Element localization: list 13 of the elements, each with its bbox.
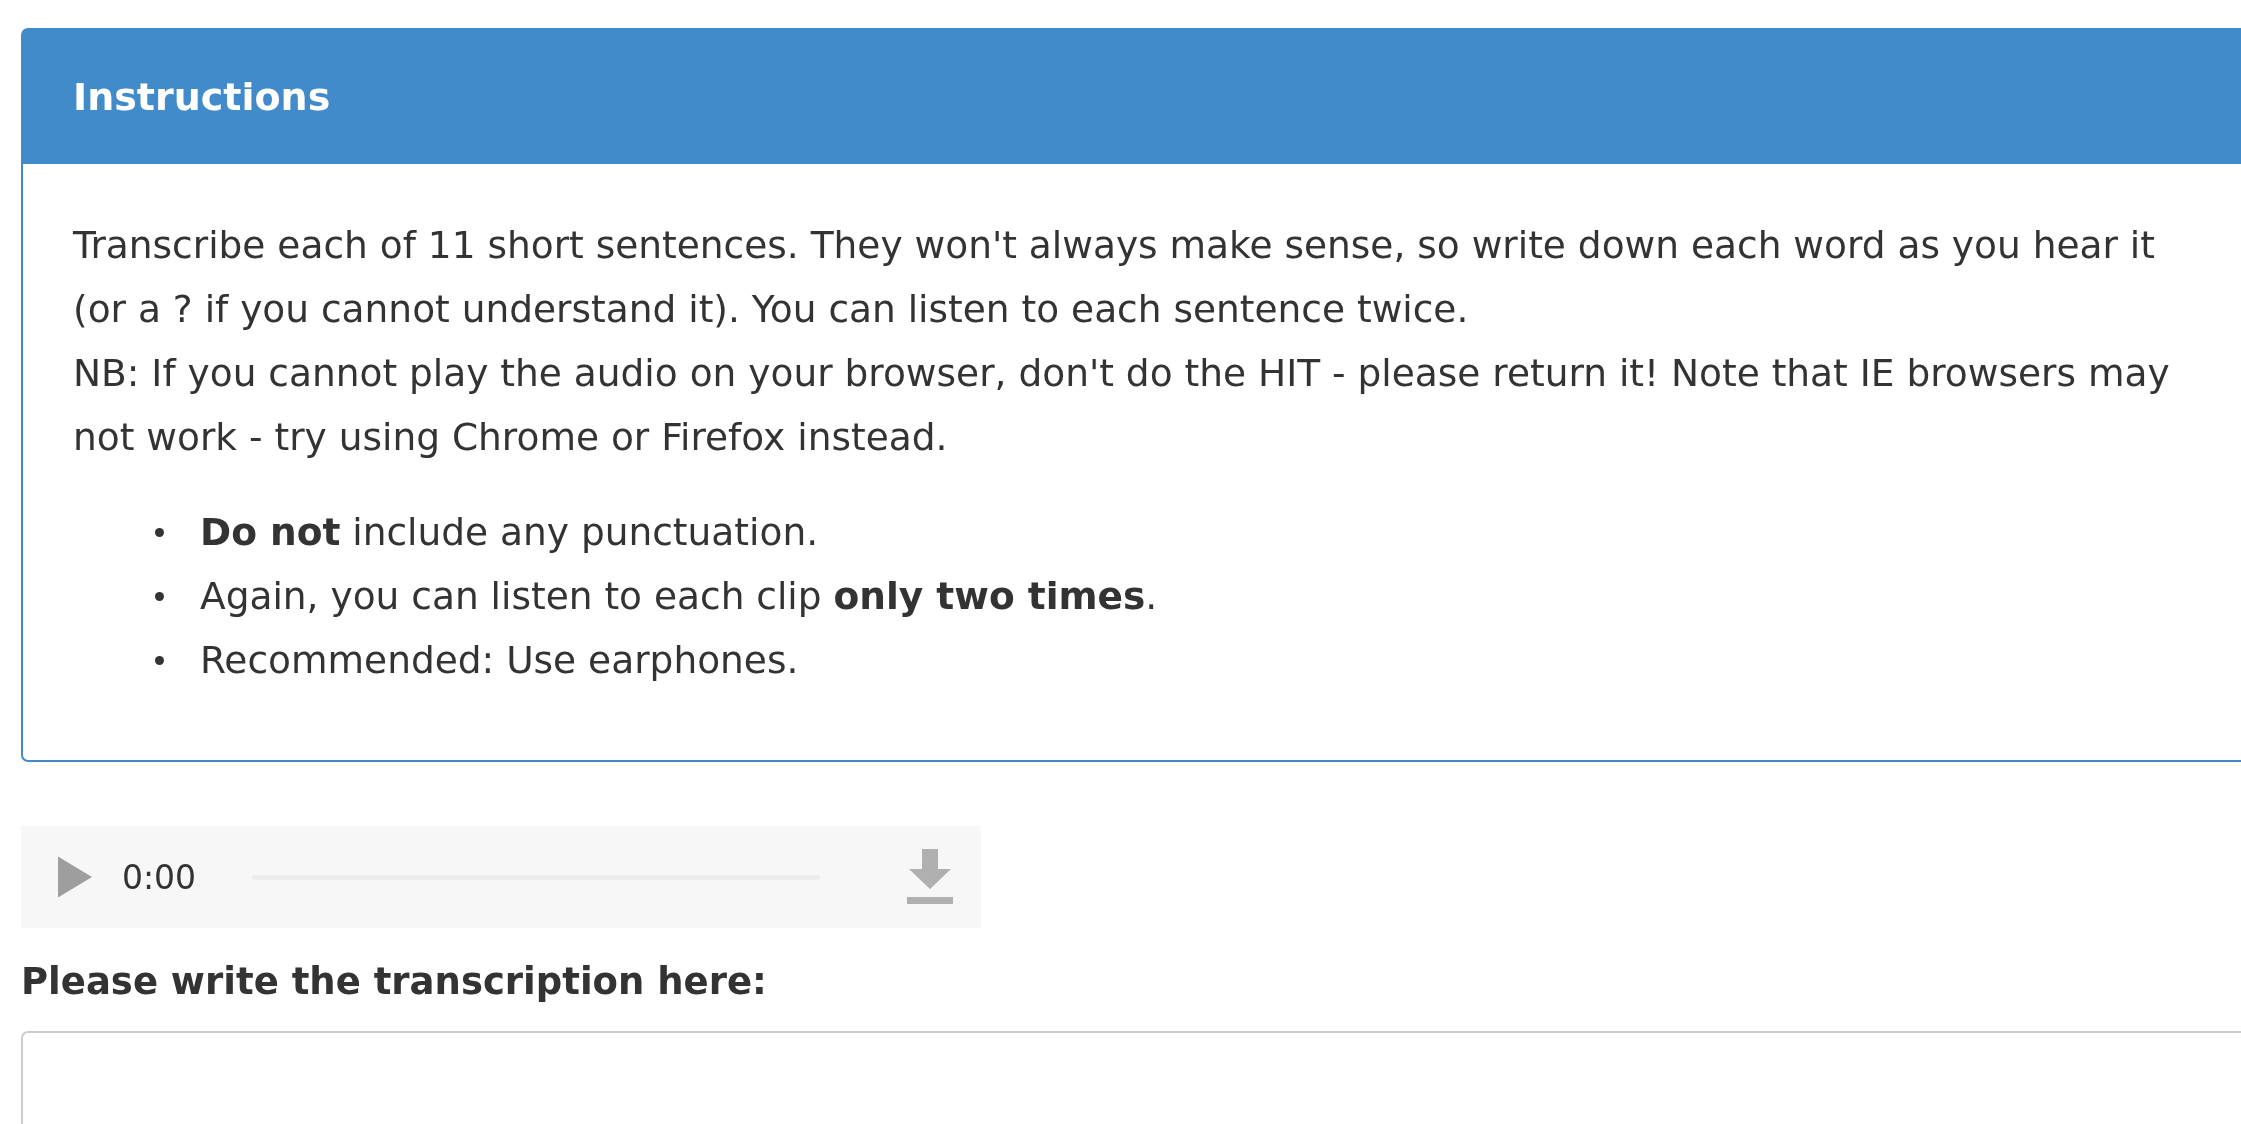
time-display: 0:00 — [122, 857, 197, 897]
instruction-text: Transcribe each of 11 short sentences. They won't always make sense, so write down each word as you hear it (or a ? if you cannot understand it). You can listen to each sentence twice. — [73, 222, 2156, 333]
play-icon[interactable] — [58, 856, 92, 898]
instruction-item: Again, you can listen to each clip only two times. — [200, 573, 1158, 620]
bullet-icon — [155, 591, 164, 601]
instruction-item: Do not include any punctuation. — [200, 509, 819, 556]
field-label: Please write the transcription here: — [21, 960, 768, 1003]
download-icon[interactable] — [907, 849, 953, 905]
bullet-icon — [155, 527, 164, 537]
instruction-text: NB: If you cannot play the audio on your browser, don't do the HIT - please return it! Note that IE browsers may not work - try using Chrome or Firefox instead. — [73, 350, 2171, 461]
panel-title: Instructions — [73, 75, 331, 119]
bullet-icon — [155, 655, 164, 665]
instruction-item: Recommended: Use earphones. — [200, 637, 799, 684]
